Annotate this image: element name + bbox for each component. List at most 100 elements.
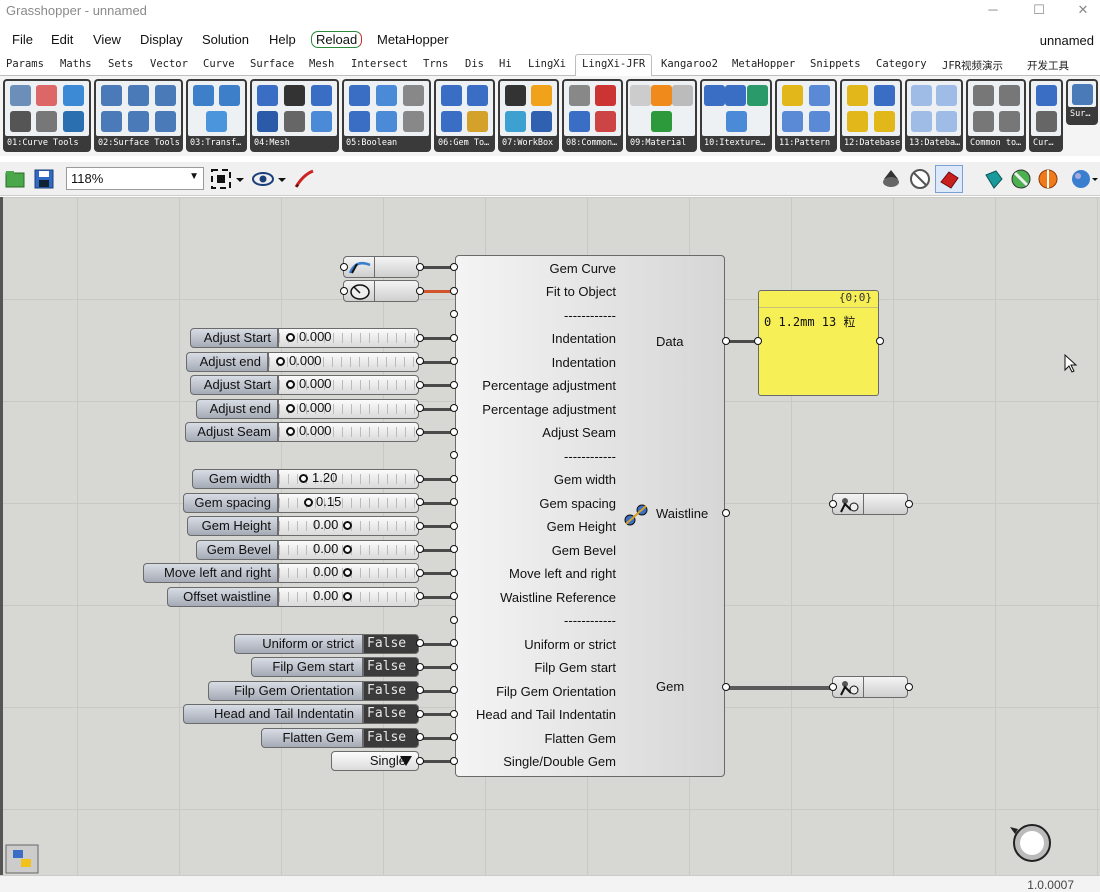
preview-eye-icon[interactable] bbox=[252, 168, 288, 190]
input-port[interactable] bbox=[450, 475, 458, 483]
slider-adjust-end[interactable]: Adjust end 0.000 bbox=[186, 352, 419, 372]
data-panel[interactable]: {0;0} 0 1.2mm 13 粒 bbox=[758, 290, 879, 396]
panel-icons[interactable] bbox=[907, 81, 961, 136]
input-port[interactable] bbox=[754, 337, 762, 345]
slider-knob[interactable] bbox=[286, 404, 295, 413]
toggle-flatten-gem[interactable]: Flatten Gem False bbox=[261, 728, 419, 748]
preview-component-gem[interactable] bbox=[832, 676, 908, 698]
gem-placement-component[interactable]: Gem Curve Fit to Object ------------ Ind… bbox=[455, 255, 725, 777]
panel-icons[interactable] bbox=[968, 81, 1024, 136]
panel-icons[interactable] bbox=[702, 81, 770, 136]
toggle-value[interactable]: False bbox=[363, 657, 419, 677]
minimize-button[interactable]: ─ bbox=[970, 0, 1016, 22]
toggle-value[interactable]: False bbox=[363, 681, 419, 701]
tab-mesh[interactable]: Mesh bbox=[309, 58, 334, 70]
panel-icons[interactable] bbox=[344, 81, 429, 136]
dropdown-triangle-icon[interactable] bbox=[399, 755, 413, 767]
canvas-navigation-ball-icon[interactable] bbox=[1006, 821, 1054, 865]
output-port[interactable] bbox=[416, 475, 424, 483]
input-port[interactable] bbox=[450, 663, 458, 671]
slider-gem-height[interactable]: Gem Height 0.00 bbox=[187, 516, 419, 536]
slider-gem-width[interactable]: Gem width 1.20 bbox=[192, 469, 419, 489]
tab-jfr-video[interactable]: JFR视频演示 bbox=[942, 58, 1003, 73]
render-sphere-icon[interactable] bbox=[1036, 167, 1060, 191]
preview-wire-icon[interactable] bbox=[908, 167, 932, 191]
output-port-data[interactable] bbox=[722, 337, 730, 345]
menu-metahopper[interactable]: MetaHopper bbox=[377, 32, 449, 47]
output-port[interactable] bbox=[416, 710, 424, 718]
toggle-filp-gem-orientation[interactable]: Filp Gem Orientation False bbox=[208, 681, 419, 701]
display-mode-icon[interactable] bbox=[1070, 167, 1100, 191]
toggle-value[interactable]: False bbox=[363, 704, 419, 724]
input-port[interactable] bbox=[450, 733, 458, 741]
save-file-icon[interactable] bbox=[33, 168, 55, 190]
panel-datebase-2[interactable]: 13:Dateba… bbox=[905, 79, 963, 152]
menu-reload[interactable]: Reload bbox=[311, 31, 363, 48]
input-port[interactable] bbox=[450, 545, 458, 553]
panel-common[interactable]: 08:Common… bbox=[562, 79, 623, 152]
output-port[interactable] bbox=[416, 287, 424, 295]
output-port[interactable] bbox=[416, 404, 424, 412]
input-port[interactable] bbox=[450, 334, 458, 342]
input-port[interactable] bbox=[450, 357, 458, 365]
slider-gem-spacing[interactable]: Gem spacing 0.15 bbox=[183, 493, 419, 513]
input-port[interactable] bbox=[450, 639, 458, 647]
tab-kangaroo2[interactable]: Kangaroo2 bbox=[661, 58, 718, 70]
render-green-icon[interactable] bbox=[1009, 167, 1033, 191]
menu-help[interactable]: Help bbox=[269, 32, 296, 47]
output-port[interactable] bbox=[416, 498, 424, 506]
panel-icons[interactable] bbox=[436, 81, 493, 136]
tab-hi[interactable]: Hi bbox=[499, 58, 512, 70]
output-port[interactable] bbox=[416, 592, 424, 600]
menu-file[interactable]: File bbox=[12, 32, 33, 47]
open-file-icon[interactable] bbox=[4, 168, 26, 190]
output-port[interactable] bbox=[905, 683, 913, 691]
slider-offset-waistline[interactable]: Offset waistline 0.00 bbox=[167, 587, 419, 607]
slider-knob[interactable] bbox=[343, 545, 352, 554]
input-port[interactable] bbox=[450, 381, 458, 389]
input-port[interactable] bbox=[450, 287, 458, 295]
menu-solution[interactable]: Solution bbox=[202, 32, 249, 47]
input-port[interactable] bbox=[450, 404, 458, 412]
input-port[interactable] bbox=[340, 263, 348, 271]
input-port[interactable] bbox=[450, 710, 458, 718]
panel-workbox[interactable]: 07:WorkBox bbox=[498, 79, 559, 152]
panel-material[interactable]: 09:Material bbox=[626, 79, 697, 152]
panel-itexture[interactable]: 10:Itexture… bbox=[700, 79, 772, 152]
panel-icons[interactable] bbox=[628, 81, 695, 136]
tab-trns[interactable]: Trns bbox=[423, 58, 448, 70]
preview-selected-toggle[interactable] bbox=[935, 165, 963, 193]
slider-adjust-end-2[interactable]: Adjust end 0.000 bbox=[196, 399, 419, 419]
close-button[interactable]: ✕ bbox=[1060, 0, 1100, 22]
panel-curve-tools[interactable]: 01:Curve Tools bbox=[3, 79, 91, 152]
slider-knob[interactable] bbox=[286, 380, 295, 389]
slider-gem-bevel[interactable]: Gem Bevel 0.00 bbox=[196, 540, 419, 560]
output-port[interactable] bbox=[416, 428, 424, 436]
panel-icons[interactable] bbox=[564, 81, 621, 136]
slider-knob[interactable] bbox=[286, 333, 295, 342]
output-port[interactable] bbox=[416, 381, 424, 389]
output-port[interactable] bbox=[416, 569, 424, 577]
tab-surface[interactable]: Surface bbox=[250, 58, 294, 70]
panel-icons[interactable] bbox=[777, 81, 835, 136]
panel-surface-tools[interactable]: 02:Surface Tools bbox=[94, 79, 183, 152]
slider-adjust-start-2[interactable]: Adjust Start 0.000 bbox=[190, 375, 419, 395]
value-list-single-double[interactable]: Single bbox=[331, 751, 419, 771]
panel-icons[interactable] bbox=[5, 81, 89, 136]
preview-shaded-icon[interactable] bbox=[880, 167, 902, 191]
panel-transform[interactable]: 03:Transf… bbox=[186, 79, 247, 152]
render-teal-icon[interactable] bbox=[982, 167, 1006, 191]
input-port[interactable] bbox=[450, 616, 458, 624]
tab-maths[interactable]: Maths bbox=[60, 58, 92, 70]
input-port[interactable] bbox=[450, 498, 458, 506]
python-icon[interactable] bbox=[5, 844, 39, 874]
output-port-gem[interactable] bbox=[722, 683, 730, 691]
input-port[interactable] bbox=[450, 428, 458, 436]
slider-knob[interactable] bbox=[286, 427, 295, 436]
panel-icons[interactable] bbox=[842, 81, 900, 136]
tab-dev-tools[interactable]: 开发工具 bbox=[1027, 58, 1069, 73]
output-port[interactable] bbox=[416, 263, 424, 271]
tab-lingxi-jfr[interactable]: LingXi-JFR bbox=[575, 54, 653, 77]
menu-display[interactable]: Display bbox=[140, 32, 183, 47]
toggle-head-tail-indentation[interactable]: Head and Tail Indentatin False bbox=[183, 704, 419, 724]
